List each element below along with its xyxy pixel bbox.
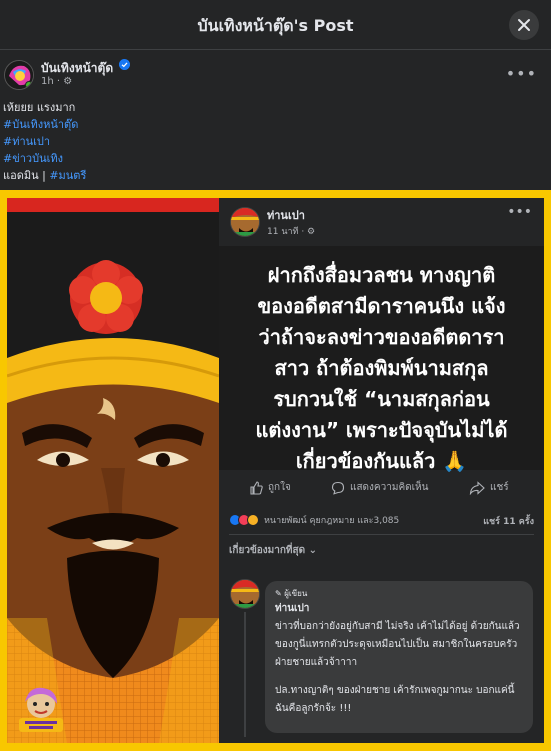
embedded-post-screenshot: ท่านเปา 11 นาที · ⚙ ••• ฝากถึงสื่อมวลชน …: [219, 198, 544, 743]
verified-badge-icon: [119, 59, 130, 70]
body-line: เกี่ยวข้องกันแล้ว 🙏: [295, 449, 468, 473]
author-avatar: [230, 207, 260, 237]
shares-count: แชร์ 11 ครั้ง: [483, 517, 534, 527]
post-photo[interactable]: ท่านเปา 11 นาที · ⚙ ••• ฝากถึงสื่อมวลชน …: [0, 190, 551, 751]
action-bar: ถูกใจ แสดงความคิดเห็น แชร์: [219, 480, 544, 506]
body-line: ว่าถ้าจะลงข่าวของอดีตดารา: [258, 325, 505, 349]
more-options-icon: •••: [507, 204, 532, 220]
post-author-row: บันเทิงหน้าตุ๊ด 1h · ⚙ •••: [0, 56, 551, 96]
body-line: ฝากถึงสื่อมวลชน ทางญาติ: [267, 263, 496, 287]
author-badge: ✎ ผู้เขียน: [275, 589, 308, 598]
comment-text-ps: ปล.ทางญาติๆ ของฝ่ายชาย เค้ารักเพจกูมากนะ…: [275, 685, 515, 714]
author-name: ท่านเปา: [267, 209, 305, 222]
comment-icon: [331, 481, 345, 495]
thread-line: [244, 612, 246, 737]
thumbs-up-icon: [250, 480, 263, 495]
like-action: ถูกใจ: [249, 480, 291, 495]
post-timestamp[interactable]: 1h · ⚙: [41, 76, 72, 87]
share-action: แชร์: [469, 480, 509, 495]
post-dialog-header: บันเทิงหน้าตุ๊ด's Post: [0, 0, 551, 50]
commenter-avatar: [230, 579, 260, 609]
page-logo-watermark: [19, 687, 63, 732]
page-avatar[interactable]: [4, 60, 34, 90]
admin-label: แอดมิน |: [3, 169, 50, 182]
like-label: ถูกใจ: [268, 482, 291, 493]
comment-text: ข่าวที่บอกว่ายังอยู่กับสามี ไม่จริง เค้า…: [275, 621, 520, 668]
comment-bubble: ✎ ผู้เขียน ท่านเปา ข่าวที่บอกว่ายังอยู่ก…: [265, 581, 533, 733]
reactions-text: หนายพัฒน์ คุยกฎหมาย และ3,085: [264, 516, 400, 526]
hashtag-link[interactable]: #บันเทิงหน้าตุ๊ด: [3, 116, 86, 133]
body-line: รบกวนใช้ “นามสกุลก่อน: [273, 387, 490, 411]
hashtag-link[interactable]: #ท่านเปา: [3, 133, 86, 150]
more-options-button[interactable]: •••: [506, 64, 537, 83]
admin-line: แอดมิน | #มนตรี: [3, 167, 86, 184]
hashtag-link[interactable]: #ข่าวบันเทิง: [3, 150, 86, 167]
caption-text: เห้ยยย แรงมาก: [3, 101, 76, 114]
close-button[interactable]: [509, 10, 539, 40]
dialog-title: บันเทิงหน้าตุ๊ด's Post: [197, 16, 354, 35]
divider: [229, 534, 534, 535]
haha-reaction-icon: [247, 514, 259, 526]
comment-action: แสดงความคิดเห็น: [331, 480, 428, 495]
body-line: สาว ถ้าต้องพิมพ์นามสกุล: [274, 356, 489, 380]
commenter-name: ท่านเปา: [275, 603, 310, 614]
comment-label: แสดงความคิดเห็น: [350, 482, 429, 493]
post-body-text: ฝากถึงสื่อมวลชน ทางญาติ ของอดีตสามีดาราค…: [219, 246, 544, 473]
post-timestamp: 11 นาที · ⚙: [267, 227, 316, 237]
photo-frame: ท่านเปา 11 นาที · ⚙ ••• ฝากถึงสื่อมวลชน …: [7, 198, 544, 743]
comment-sort-label: เกี่ยวข้องมากที่สุด ⌄: [229, 545, 317, 556]
post-caption: เห้ยยย แรงมาก #บันเทิงหน้าตุ๊ด #ท่านเปา …: [3, 99, 86, 184]
body-line: แต่งงาน” เพราะปัจจุบันไม่ได้: [255, 418, 508, 442]
share-icon: [469, 480, 485, 495]
judge-bao-illustration: [7, 198, 219, 743]
close-icon: [518, 19, 530, 31]
reactions-summary: หนายพัฒน์ คุยกฎหมาย และ3,085: [229, 512, 399, 528]
admin-hashtag-link[interactable]: #มนตรี: [49, 169, 86, 182]
share-label: แชร์: [490, 482, 509, 493]
body-line: ของอดีตสามีดาราคนนึง แจ้ง: [257, 294, 506, 318]
